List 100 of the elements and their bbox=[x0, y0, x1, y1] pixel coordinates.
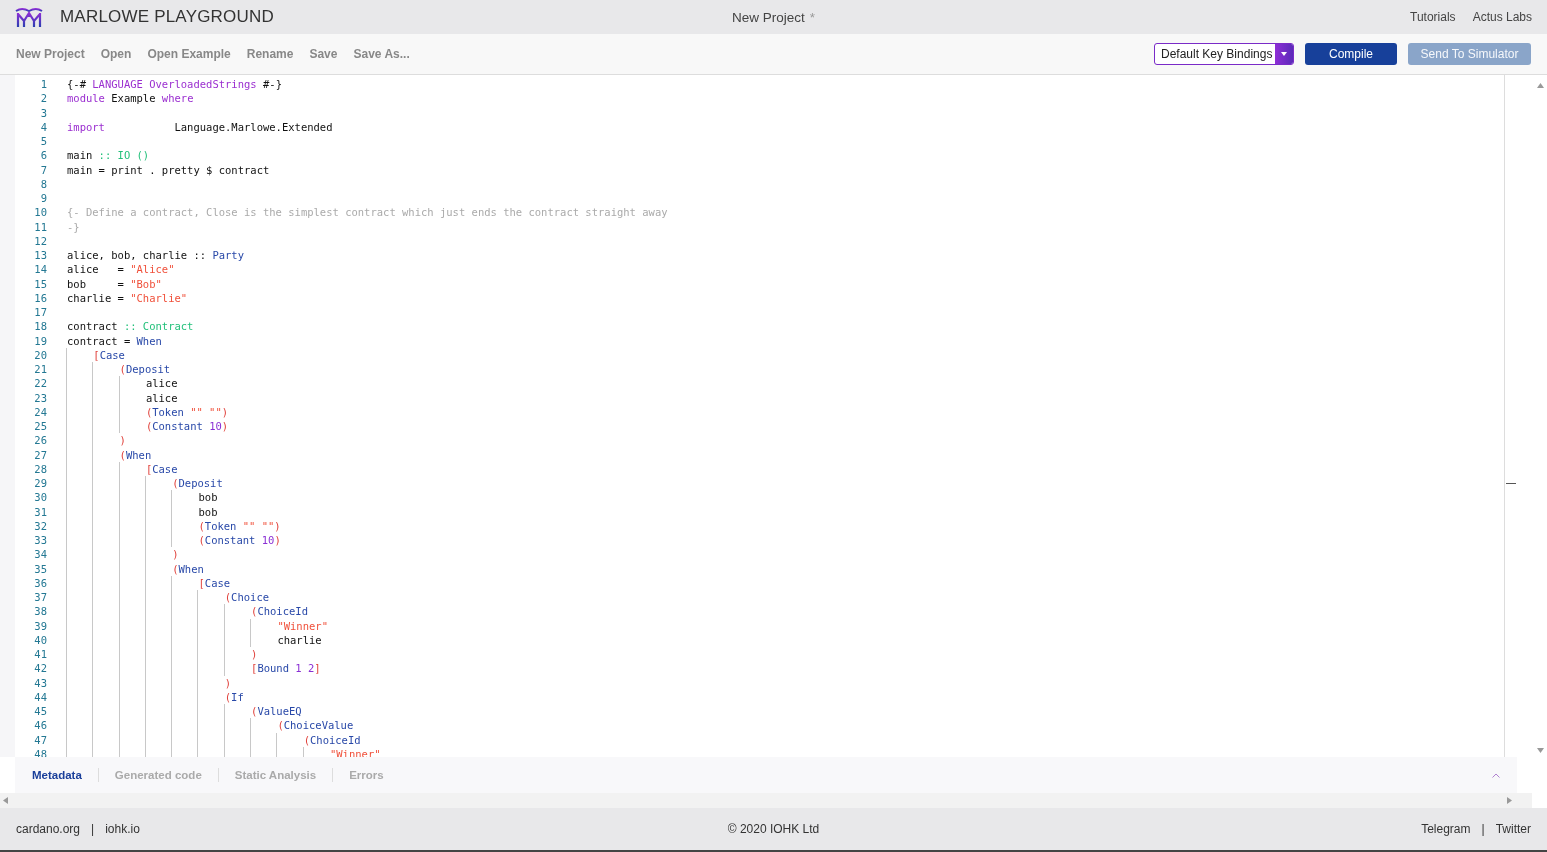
line-number: 33 bbox=[33, 533, 47, 548]
line-number: 45 bbox=[33, 704, 47, 719]
line-number: 44 bbox=[33, 689, 47, 704]
line-number: 47 bbox=[33, 732, 47, 747]
footer-link[interactable]: cardano.org bbox=[16, 822, 81, 836]
code-line: (Token "" "") bbox=[67, 518, 281, 533]
menu-item[interactable]: Rename bbox=[246, 47, 294, 61]
line-number: 37 bbox=[33, 590, 47, 605]
menu-item[interactable]: New Project bbox=[16, 47, 85, 61]
code-line: (ChoiceId bbox=[67, 732, 361, 747]
code-line: ) bbox=[67, 547, 179, 562]
line-number: 38 bbox=[33, 604, 47, 619]
line-number: 7 bbox=[39, 162, 47, 177]
code-line: charlie = "Charlie" bbox=[67, 290, 188, 305]
code-line: (Deposit bbox=[67, 476, 223, 491]
line-number: 8 bbox=[39, 176, 47, 191]
line-number: 5 bbox=[39, 134, 47, 149]
line-number: 1 bbox=[39, 77, 47, 92]
line-number: 2 bbox=[39, 91, 47, 106]
code-line: alice = "Alice" bbox=[67, 262, 175, 277]
line-number: 19 bbox=[33, 333, 47, 348]
code-line: {- Define a contract, Close is the simplest contract which just ends the contract straight away bbox=[67, 205, 668, 220]
line-number: 32 bbox=[33, 518, 47, 533]
footer-link[interactable]: Twitter bbox=[1495, 822, 1531, 836]
menu-item[interactable]: Open Example bbox=[147, 47, 231, 61]
line-number: 12 bbox=[33, 233, 47, 248]
line-number: 41 bbox=[33, 647, 47, 662]
code-line: [Case bbox=[67, 575, 231, 590]
line-number: 20 bbox=[33, 347, 47, 362]
line-number: 26 bbox=[33, 433, 47, 448]
code-line: contract :: Contract bbox=[67, 319, 194, 334]
code-line: {-# LANGUAGE OverloadedStrings #-} bbox=[67, 77, 282, 92]
code-line: ) bbox=[67, 675, 232, 690]
line-number: 27 bbox=[33, 447, 47, 462]
code-line: (When bbox=[67, 447, 152, 462]
code-line: alice, bob, charlie :: Party bbox=[67, 248, 244, 263]
link-separator: | bbox=[91, 822, 95, 836]
scroll-left-icon[interactable] bbox=[3, 797, 8, 804]
line-number: 6 bbox=[39, 148, 47, 163]
panel-tab[interactable]: Generated code bbox=[114, 769, 202, 781]
line-number: 35 bbox=[33, 561, 47, 576]
menu-item[interactable]: Open bbox=[100, 47, 132, 61]
scroll-right-icon[interactable] bbox=[1507, 797, 1512, 804]
code-line: ) bbox=[67, 433, 126, 448]
key-bindings-dropdown[interactable]: Default Key Bindings bbox=[1154, 43, 1294, 65]
code-line: alice bbox=[67, 376, 178, 391]
code-line: alice bbox=[67, 390, 178, 405]
code-line: charlie bbox=[67, 632, 322, 647]
line-number: 24 bbox=[33, 404, 47, 419]
menu-item[interactable]: Save As... bbox=[353, 47, 410, 61]
header-link[interactable]: Tutorials bbox=[1410, 10, 1456, 24]
scroll-up-icon[interactable] bbox=[1537, 83, 1544, 88]
panel-tab[interactable]: Errors bbox=[349, 769, 384, 781]
line-number: 18 bbox=[33, 319, 47, 334]
caret-icon bbox=[1281, 52, 1287, 56]
copyright-text: © 2020 IOHK Ltd bbox=[727, 822, 820, 836]
code-line: (ValueEQ bbox=[67, 704, 302, 719]
line-number: 29 bbox=[33, 476, 47, 491]
line-number: 43 bbox=[33, 675, 47, 690]
line-number: 42 bbox=[33, 661, 47, 676]
scroll-down-icon[interactable] bbox=[1537, 748, 1544, 753]
line-number: 25 bbox=[33, 419, 47, 434]
line-number: 22 bbox=[33, 376, 47, 391]
code-line: ) bbox=[67, 647, 258, 662]
code-line: [Case bbox=[67, 347, 125, 362]
code-line: contract = When bbox=[67, 333, 162, 348]
footer-link[interactable]: iohk.io bbox=[105, 822, 140, 836]
line-number: 30 bbox=[33, 490, 47, 505]
footer-link[interactable]: Telegram bbox=[1421, 822, 1471, 836]
line-number: 36 bbox=[33, 575, 47, 590]
panel-tab[interactable]: Metadata bbox=[32, 769, 82, 781]
chevron-up-icon[interactable] bbox=[1492, 772, 1500, 778]
project-title: New Project bbox=[731, 9, 805, 25]
line-number: 48 bbox=[33, 746, 47, 757]
toolbar-button[interactable]: Compile bbox=[1305, 43, 1397, 65]
code-line: main = print . pretty $ contract bbox=[67, 162, 270, 177]
logo-icon bbox=[15, 7, 43, 27]
line-number: 3 bbox=[39, 105, 47, 120]
horizontal-scrollbar[interactable] bbox=[0, 793, 1532, 808]
line-number: 23 bbox=[33, 390, 47, 405]
menu-item[interactable]: Save bbox=[309, 47, 338, 61]
line-number: 9 bbox=[39, 191, 47, 206]
line-number: 14 bbox=[33, 262, 47, 277]
code-line: (Deposit bbox=[67, 362, 171, 377]
code-line: main :: IO () bbox=[67, 148, 150, 163]
link-separator: | bbox=[1481, 822, 1485, 836]
code-line: module Example where bbox=[67, 91, 194, 106]
line-number: 21 bbox=[33, 362, 47, 377]
unsaved-mark: * bbox=[809, 9, 815, 25]
line-number: 40 bbox=[33, 632, 47, 647]
code-line: (Token "" "") bbox=[67, 404, 229, 419]
code-line: (ChoiceValue bbox=[67, 718, 354, 733]
code-line: [Case bbox=[67, 461, 178, 476]
line-number: 46 bbox=[33, 718, 47, 733]
line-number: 17 bbox=[33, 305, 47, 320]
code-line: bob bbox=[67, 490, 218, 505]
code-line: import Language.Marlowe.Extended bbox=[67, 119, 333, 134]
header-link[interactable]: Actus Labs bbox=[1472, 10, 1532, 24]
line-number: 4 bbox=[39, 119, 47, 134]
panel-tab[interactable]: Static Analysis bbox=[234, 769, 317, 781]
